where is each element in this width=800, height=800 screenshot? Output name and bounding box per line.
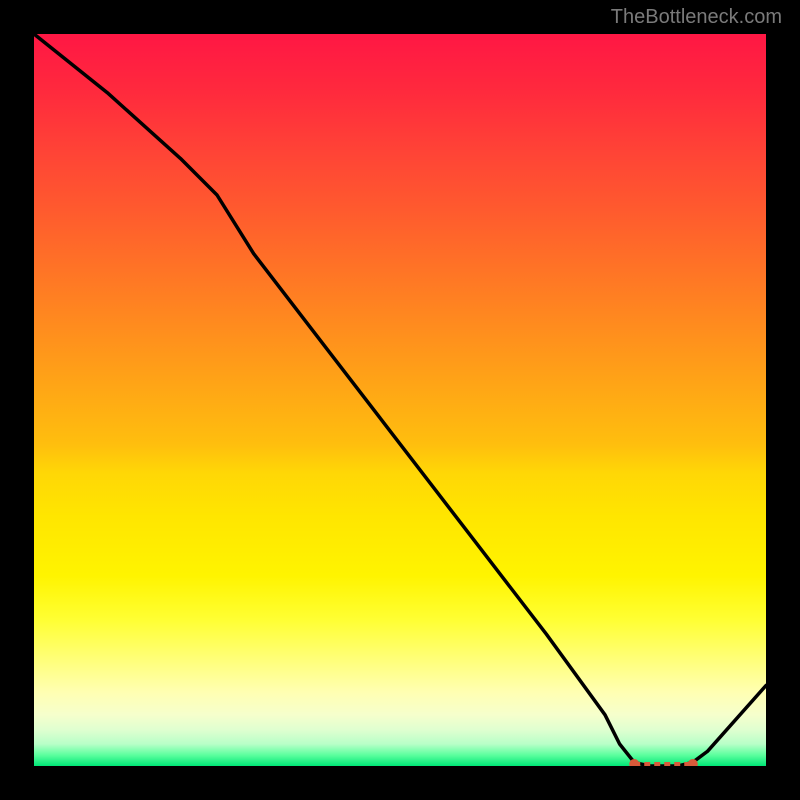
chart-series-curve <box>34 34 766 766</box>
chart-flat-band-marker <box>629 759 698 766</box>
attribution-text: TheBottleneck.com <box>611 6 782 29</box>
chart-plot-area <box>34 34 766 766</box>
flat-band-dot-end <box>688 759 698 766</box>
chart-line-svg <box>34 34 766 766</box>
flat-band-dot-start <box>629 759 639 766</box>
